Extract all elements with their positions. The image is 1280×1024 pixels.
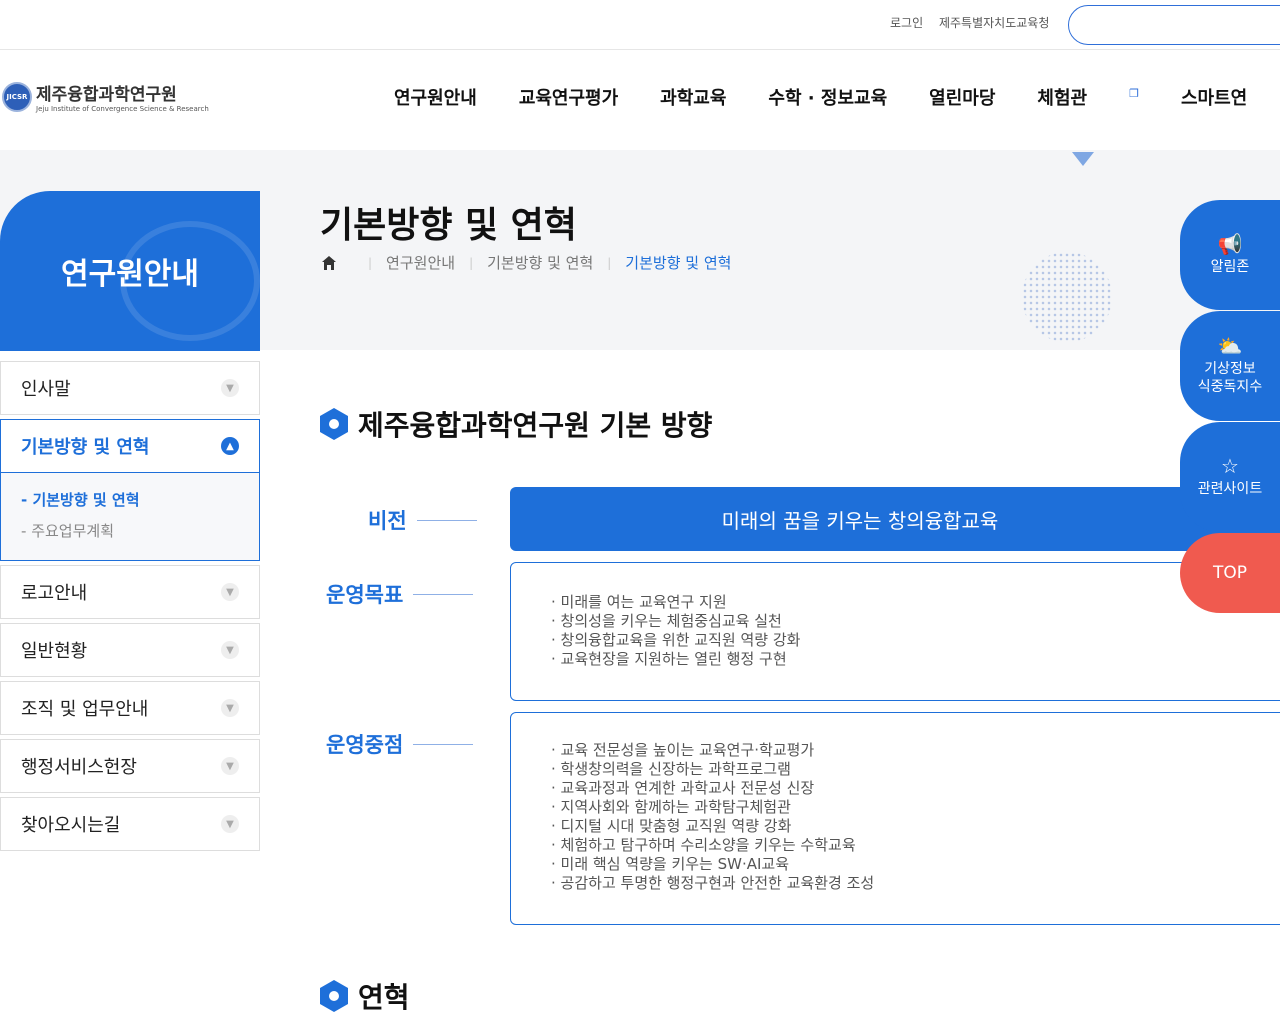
decorative-dots [1022, 252, 1112, 342]
chevron-down-icon: ▼ [221, 641, 239, 659]
logo-emblem: JICSR [2, 81, 32, 112]
star-icon: ☆ [1221, 454, 1239, 478]
section-title: 연혁 [358, 981, 410, 1014]
sidebar-item-organization[interactable]: 조직 및 업무안내 ▼ [0, 681, 260, 735]
education-office-link[interactable]: 제주특별자치도교육청 [939, 16, 1049, 30]
breadcrumb: | 연구원안내 | 기본방향 및 연혁 | 기본방향 및 연혁 [320, 252, 731, 273]
row-label-goals: 운영목표 [326, 579, 474, 609]
sidebar-item-label: 인사말 [21, 379, 71, 400]
site-logo[interactable]: JICSR 제주융합과학연구원 Jeju Institute of Conver… [2, 80, 209, 113]
page-title: 기본방향 및 연혁 [320, 205, 577, 246]
top-utility-bar: 로그인 제주특별자치도교육청 [0, 0, 1280, 50]
list-item: 교육 전문성을 높이는 교육연구·학교평가 [551, 741, 1259, 760]
chevron-down-icon: ▼ [221, 757, 239, 775]
nav-item-experience-label: 체험관 [1037, 88, 1088, 109]
nav-item-evaluation[interactable]: 교육연구평가 [519, 84, 618, 110]
row-label-focus: 운영중점 [326, 729, 474, 759]
sidebar-item-label: 찾아오시는길 [21, 815, 121, 836]
home-icon[interactable] [320, 254, 338, 272]
list-item: 창의성을 키우는 체험중심교육 실천 [551, 612, 1259, 631]
breadcrumb-current: 기본방향 및 연혁 [625, 254, 732, 272]
submenu: - 기본방향 및 연혁 - 주요업무계획 [0, 473, 260, 561]
logo-korean-name: 제주융합과학연구원 [36, 85, 177, 105]
sidebar-item-charter[interactable]: 행정서비스헌장 ▼ [0, 739, 260, 793]
list-item: 디지털 시대 맞춤형 교직원 역량 강화 [551, 817, 1259, 836]
nav-item-experience[interactable]: 체험관 ❐ [1037, 84, 1139, 110]
breadcrumb-item[interactable]: 연구원안내 [386, 252, 455, 273]
list-item: 미래를 여는 교육연구 지원 [551, 593, 1259, 612]
megaphone-icon: 📢 [1217, 232, 1243, 256]
section-title: 제주융합과학연구원 기본 방향 [358, 409, 713, 442]
sidebar-item-logo[interactable]: 로고안내 ▼ [0, 565, 260, 619]
list-item: 지역사회와 함께하는 과학탐구체험관 [551, 798, 1259, 817]
side-title: 연구원안내 [61, 257, 199, 292]
hexagon-bullet-icon [320, 980, 348, 1012]
row-label-vision: 비전 [368, 505, 477, 535]
sidebar-item-label: 로고안내 [21, 583, 88, 604]
chevron-down-icon: ▼ [221, 699, 239, 717]
sidebar-item-label: 기본방향 및 연혁 [21, 437, 150, 458]
section-heading: 연혁 [320, 976, 410, 1016]
vision-text: 미래의 꿈을 키우는 창의융합교육 [721, 508, 999, 533]
chevron-down-icon: ▼ [221, 815, 239, 833]
nav-indicator-icon [1072, 152, 1094, 166]
nav-item-math-info[interactable]: 수학 · 정보교육 [768, 84, 887, 110]
sidebar-item-directions[interactable]: 찾아오시는길 ▼ [0, 797, 260, 851]
nav-item-smart[interactable]: 스마트연 [1181, 84, 1247, 110]
weather-cloud-icon: ⛅ [1217, 334, 1243, 358]
login-link[interactable]: 로그인 [890, 16, 923, 30]
side-menu: 인사말 ▼ 기본방향 및 연혁 ▲ - 기본방향 및 연혁 - 주요업무계획 로고안… [0, 361, 260, 855]
logo-english-name: Jeju Institute of Convergence Science & … [36, 105, 209, 113]
sidebar-item-greeting[interactable]: 인사말 ▼ [0, 361, 260, 415]
nav-item-about[interactable]: 연구원안내 [394, 84, 477, 110]
chevron-up-icon: ▲ [221, 437, 239, 455]
chevron-down-icon: ▼ [221, 379, 239, 397]
nav-item-open-forum[interactable]: 열린마당 [929, 84, 995, 110]
section-heading: 제주융합과학연구원 기본 방향 [320, 404, 712, 444]
sidebar-item-direction-history[interactable]: 기본방향 및 연혁 ▲ [0, 419, 260, 473]
hexagon-bullet-icon [320, 408, 348, 440]
breadcrumb-item[interactable]: 기본방향 및 연혁 [487, 252, 593, 273]
sidebar-item-status[interactable]: 일반현황 ▼ [0, 623, 260, 677]
list-item: 미래 핵심 역량을 키우는 SW·AI교육 [551, 855, 1259, 874]
list-item: 체험하고 탐구하며 수리소양을 키우는 수학교육 [551, 836, 1259, 855]
list-item: 공감하고 투명한 행정구현과 안전한 교육환경 조성 [551, 874, 1259, 893]
sidebar-item-label: 조직 및 업무안내 [21, 699, 149, 720]
submenu-item-work-plan[interactable]: - 주요업무계획 [21, 520, 239, 541]
side-title-panel: 연구원안내 [0, 191, 260, 351]
vision-banner: 미래의 꿈을 키우는 창의융합교육 [510, 487, 1280, 551]
site-header: JICSR 제주융합과학연구원 Jeju Institute of Conver… [0, 50, 1280, 150]
sidebar-item-label: 일반현황 [21, 641, 88, 662]
list-item: 교육현장을 지원하는 열린 행정 구현 [551, 650, 1259, 669]
focus-box: 교육 전문성을 높이는 교육연구·학교평가 학생창의력을 신장하는 과학프로그램… [510, 712, 1280, 925]
sidebar-item-label: 행정서비스헌장 [21, 757, 137, 778]
nav-item-science[interactable]: 과학교육 [660, 84, 726, 110]
submenu-item-direction-history[interactable]: - 기본방향 및 연혁 [21, 489, 239, 510]
list-item: 창의융합교육을 위한 교직원 역량 강화 [551, 631, 1259, 650]
chevron-down-icon: ▼ [221, 583, 239, 601]
list-item: 교육과정과 연계한 과학교사 전문성 신장 [551, 779, 1259, 798]
scroll-top-button[interactable]: TOP [1180, 533, 1280, 613]
related-sites-button[interactable]: ☆ 관련사이트 [1180, 422, 1280, 532]
weather-info-button[interactable]: ⛅ 기상정보 식중독지수 [1180, 311, 1280, 421]
external-link-icon: ❐ [1129, 87, 1139, 100]
main-nav: 연구원안내 교육연구평가 과학교육 수학 · 정보교육 열린마당 체험관 ❐ 스마… [394, 84, 1280, 110]
list-item: 학생창의력을 신장하는 과학프로그램 [551, 760, 1259, 779]
notice-zone-button[interactable]: 📢 알림존 [1180, 200, 1280, 310]
goals-box: 미래를 여는 교육연구 지원 창의성을 키우는 체험중심교육 실천 창의융합교육… [510, 562, 1280, 701]
search-input[interactable] [1068, 5, 1280, 45]
